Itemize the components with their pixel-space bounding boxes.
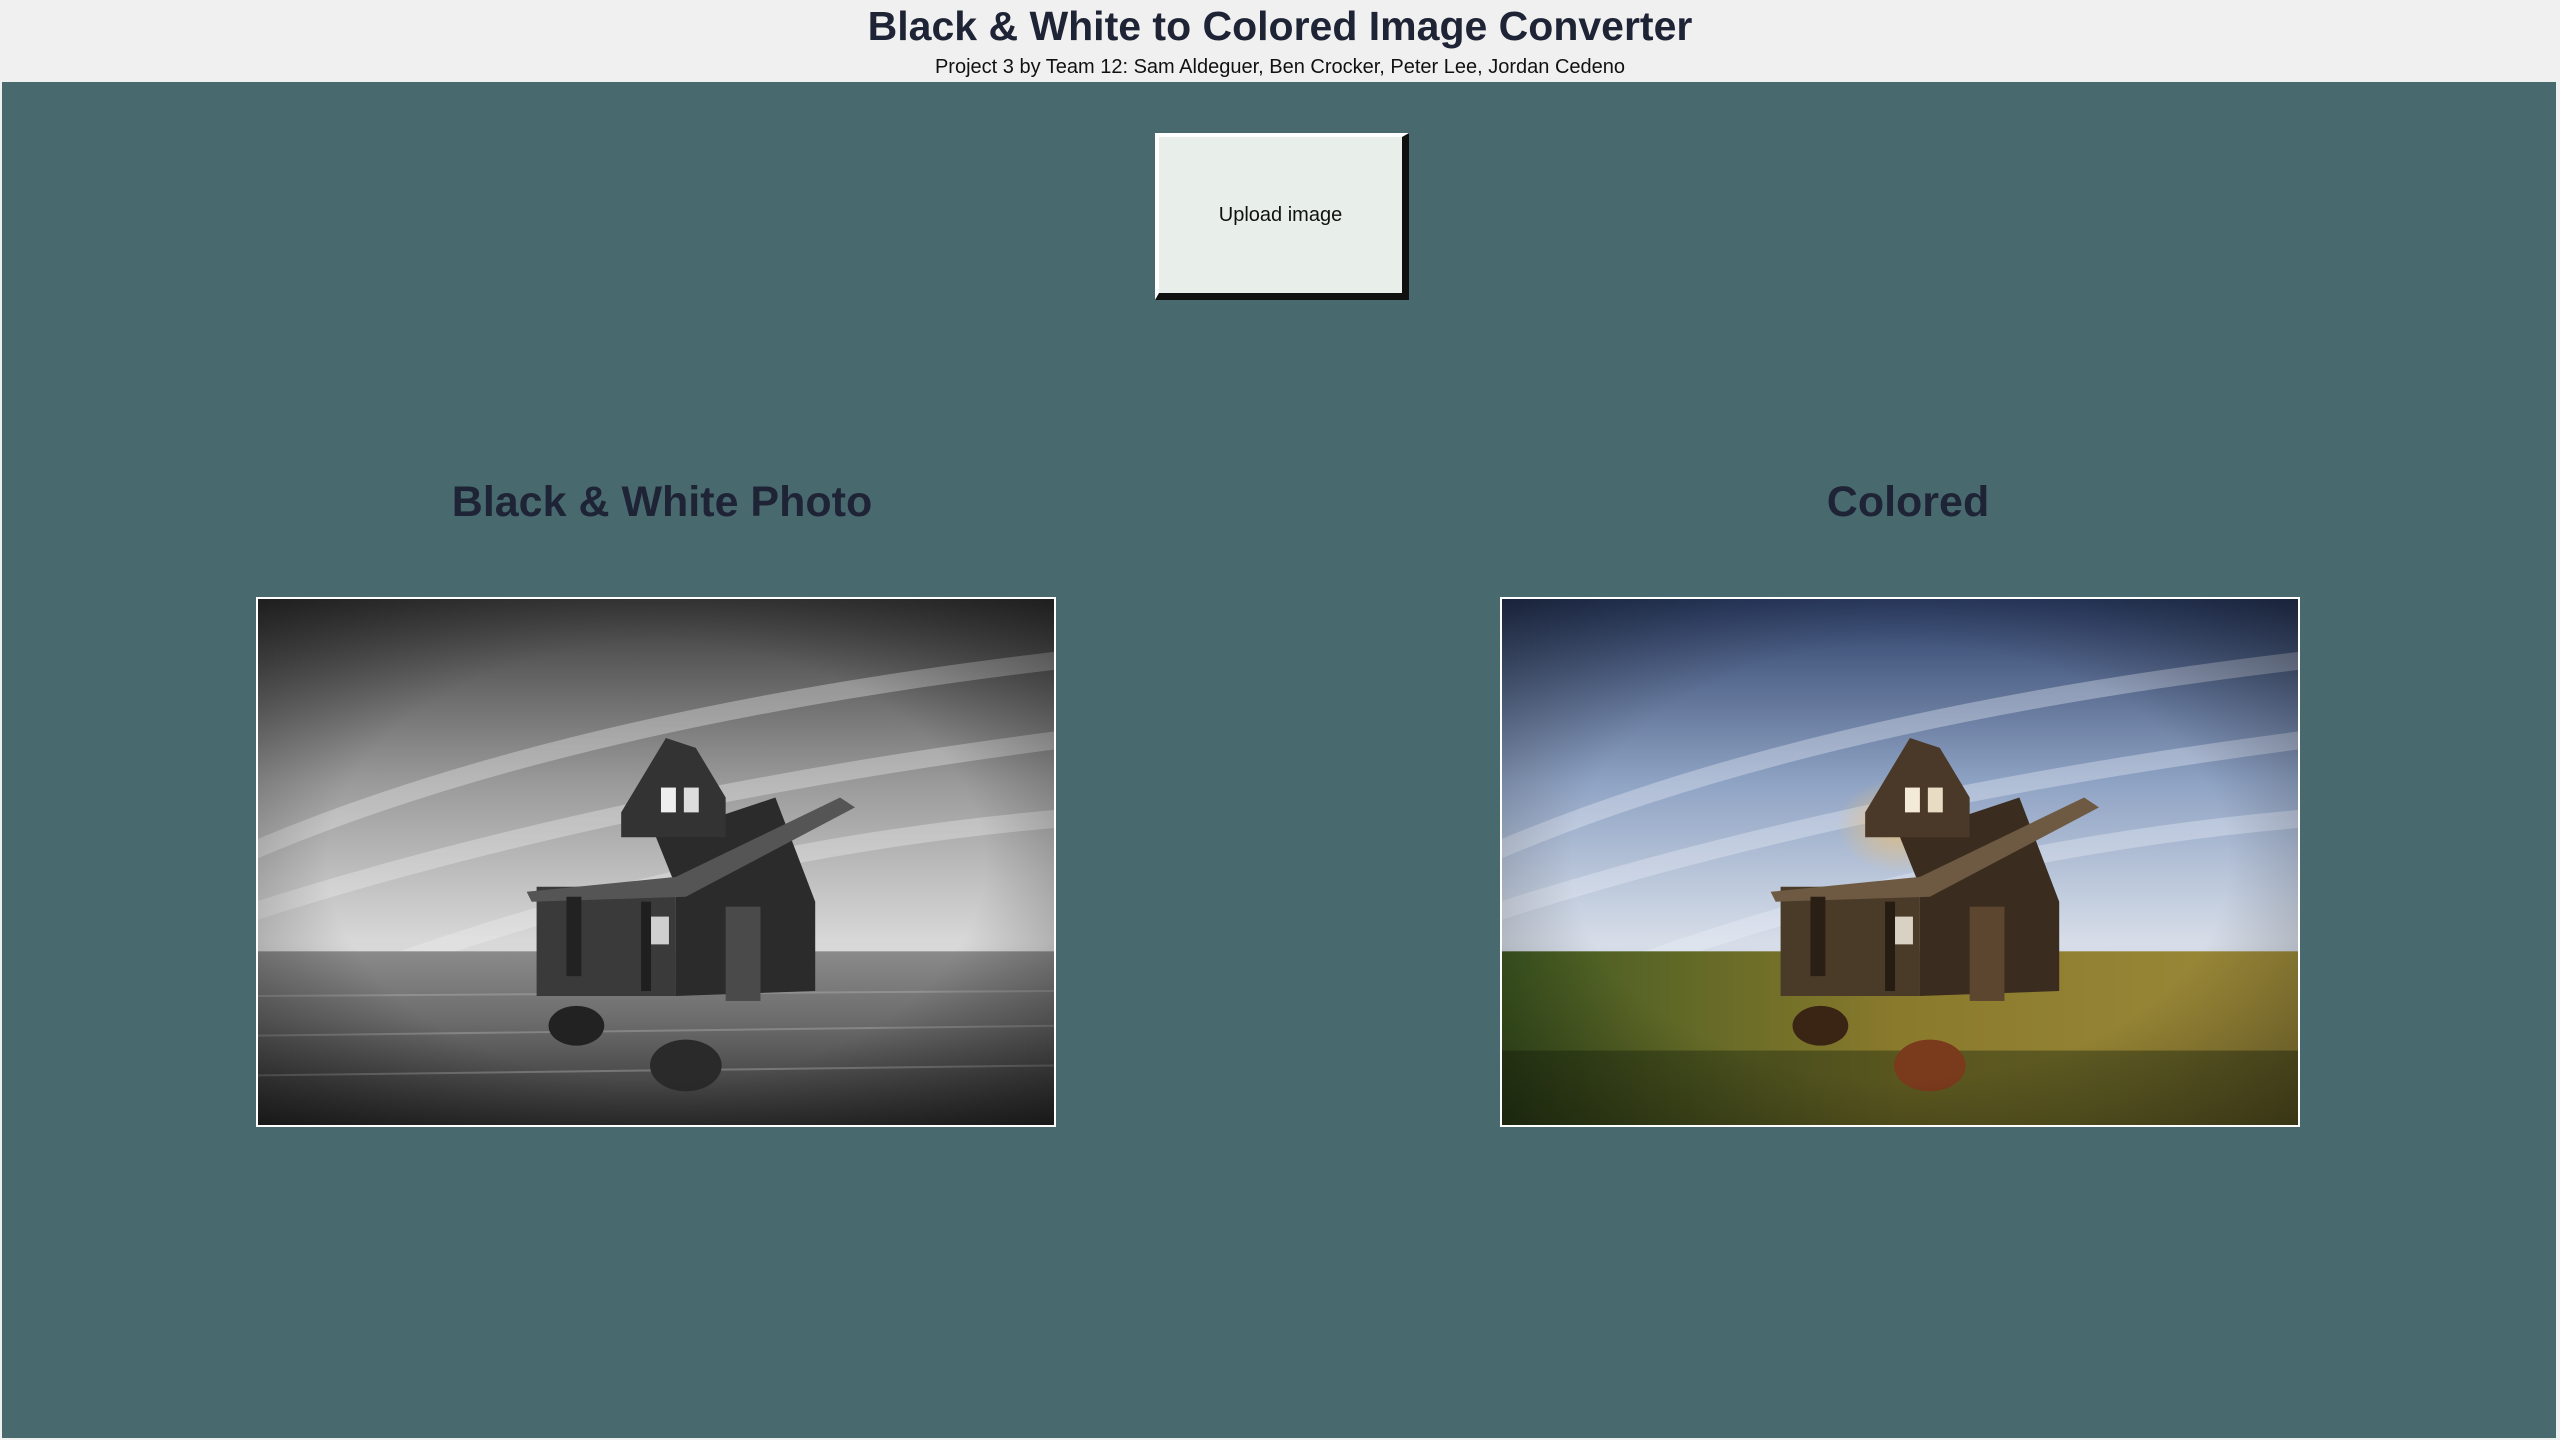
- page-header: Black & White to Colored Image Converter…: [0, 0, 2560, 82]
- colored-house-image: [1502, 599, 2298, 1125]
- page-subtitle: Project 3 by Team 12: Sam Aldeguer, Ben …: [934, 56, 1626, 78]
- bw-house-image: [258, 599, 1054, 1125]
- bw-photo-heading: Black & White Photo: [451, 478, 873, 526]
- main-content: Upload image Black & White Photo Colored: [2, 82, 2556, 1438]
- colored-photo-heading: Colored: [1826, 478, 1990, 526]
- upload-image-button[interactable]: Upload image: [1155, 133, 1409, 300]
- colored-photo: [1500, 597, 2300, 1127]
- page-title: Black & White to Colored Image Converter: [867, 3, 1693, 49]
- bw-photo: [256, 597, 1056, 1127]
